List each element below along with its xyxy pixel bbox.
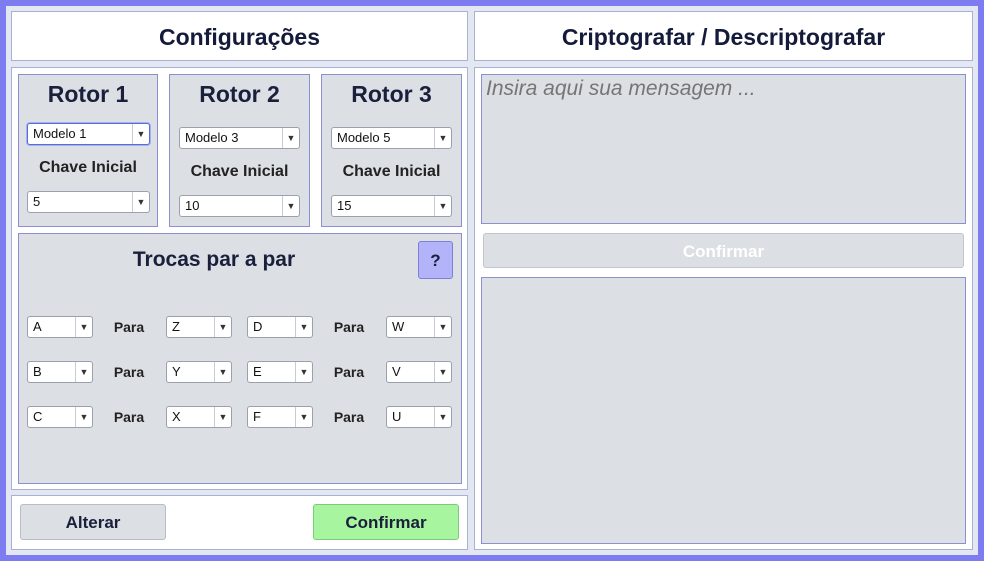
pair-2-para-label: Para (113, 364, 145, 380)
pair-5-from-select[interactable]: E ▼ (247, 361, 313, 383)
crypto-confirm-button[interactable]: Confirmar (483, 233, 964, 268)
rotor-2-model-value: Modelo 3 (185, 130, 239, 145)
config-panel: Rotor 1 Modelo 1 ▼ Chave Inicial 5 ▼ Rot… (11, 67, 468, 490)
rotor-1-key-label: Chave Inicial (39, 159, 137, 176)
rotor-2-model-select[interactable]: Modelo 3 ▼ (179, 127, 300, 149)
chevron-down-icon: ▼ (132, 192, 149, 212)
alter-button[interactable]: Alterar (20, 504, 166, 540)
rotor-2-panel: Rotor 2 Modelo 3 ▼ Chave Inicial 10 ▼ (169, 74, 310, 227)
chevron-down-icon: ▼ (214, 407, 231, 427)
rotor-3-title: Rotor 3 (351, 81, 432, 107)
pair-4-to-value: W (392, 319, 405, 334)
pair-3-para-label: Para (113, 409, 145, 425)
pair-1-from-select[interactable]: A ▼ (27, 316, 93, 338)
chevron-down-icon: ▼ (75, 407, 92, 427)
app-window: Configurações Criptografar / Descriptogr… (6, 6, 978, 555)
rotor-1-panel: Rotor 1 Modelo 1 ▼ Chave Inicial 5 ▼ (18, 74, 158, 227)
rotor-1-model-select[interactable]: Modelo 1 ▼ (27, 123, 150, 145)
pair-4-from-value: D (253, 319, 263, 334)
pair-3-from-value: C (33, 409, 43, 424)
chevron-down-icon: ▼ (132, 124, 149, 144)
pair-4-from-select[interactable]: D ▼ (247, 316, 313, 338)
crypto-panel: Confirmar (474, 67, 973, 550)
message-input[interactable] (481, 74, 966, 224)
crypto-header: Criptografar / Descriptografar (474, 11, 973, 61)
pair-3-to-value: X (172, 409, 181, 424)
chevron-down-icon: ▼ (214, 362, 231, 382)
chevron-down-icon: ▼ (295, 407, 312, 427)
pair-5-to-value: V (392, 364, 401, 379)
rotor-3-model-select[interactable]: Modelo 5 ▼ (331, 127, 452, 149)
rotor-1-model-value: Modelo 1 (33, 126, 87, 141)
chevron-down-icon: ▼ (434, 362, 451, 382)
rotor-3-key-value: 15 (337, 198, 352, 213)
plugboard-title: Trocas par a par (132, 248, 296, 271)
pair-2-from-value: B (33, 364, 42, 379)
pair-2-from-select[interactable]: B ▼ (27, 361, 93, 383)
chevron-down-icon: ▼ (295, 362, 312, 382)
crypto-title: Criptografar / Descriptografar (561, 24, 886, 50)
pair-1-para-label: Para (113, 319, 145, 335)
pair-3-from-select[interactable]: C ▼ (27, 406, 93, 428)
rotor-2-title: Rotor 2 (199, 81, 280, 107)
pair-2-to-value: Y (172, 364, 181, 379)
pair-6-from-value: F (253, 409, 261, 424)
pair-4-para-label: Para (333, 319, 365, 335)
pair-6-para-label: Para (333, 409, 365, 425)
pair-6-to-value: U (392, 409, 402, 424)
chevron-down-icon: ▼ (434, 317, 451, 337)
help-button[interactable]: ? (418, 241, 453, 279)
pair-5-from-value: E (253, 364, 262, 379)
pair-2-to-select[interactable]: Y ▼ (166, 361, 232, 383)
pair-4-to-select[interactable]: W ▼ (386, 316, 452, 338)
pair-1-to-value: Z (172, 319, 180, 334)
rotor-1-key-value: 5 (33, 194, 41, 209)
rotor-3-key-label: Chave Inicial (342, 163, 441, 180)
chevron-down-icon: ▼ (434, 196, 451, 216)
plugboard-panel: Trocas par a par ? A ▼ Para Z ▼ D ▼ Para W ▼… (18, 233, 462, 484)
chevron-down-icon: ▼ (282, 196, 299, 216)
rotor-1-key-select[interactable]: 5 ▼ (27, 191, 150, 213)
pair-5-to-select[interactable]: V ▼ (386, 361, 452, 383)
rotor-2-key-select[interactable]: 10 ▼ (179, 195, 300, 217)
chevron-down-icon: ▼ (75, 317, 92, 337)
chevron-down-icon: ▼ (75, 362, 92, 382)
rotor-1-title: Rotor 1 (47, 81, 129, 107)
config-header: Configurações (11, 11, 468, 61)
chevron-down-icon: ▼ (434, 407, 451, 427)
pair-3-to-select[interactable]: X ▼ (166, 406, 232, 428)
chevron-down-icon: ▼ (434, 128, 451, 148)
chevron-down-icon: ▼ (214, 317, 231, 337)
pair-6-to-select[interactable]: U ▼ (386, 406, 452, 428)
rotor-3-model-value: Modelo 5 (337, 130, 391, 145)
rotor-2-key-label: Chave Inicial (190, 163, 289, 180)
rotor-2-key-value: 10 (185, 198, 200, 213)
chevron-down-icon: ▼ (282, 128, 299, 148)
pair-1-to-select[interactable]: Z ▼ (166, 316, 232, 338)
config-confirm-button[interactable]: Confirmar (313, 504, 459, 540)
rotor-3-key-select[interactable]: 15 ▼ (331, 195, 452, 217)
pair-1-from-value: A (33, 319, 42, 334)
pair-6-from-select[interactable]: F ▼ (247, 406, 313, 428)
rotor-3-panel: Rotor 3 Modelo 5 ▼ Chave Inicial 15 ▼ (321, 74, 462, 227)
chevron-down-icon: ▼ (295, 317, 312, 337)
config-footer: Alterar Confirmar (11, 495, 468, 550)
pair-5-para-label: Para (333, 364, 365, 380)
config-title: Configurações (158, 24, 321, 50)
output-area (481, 277, 966, 544)
